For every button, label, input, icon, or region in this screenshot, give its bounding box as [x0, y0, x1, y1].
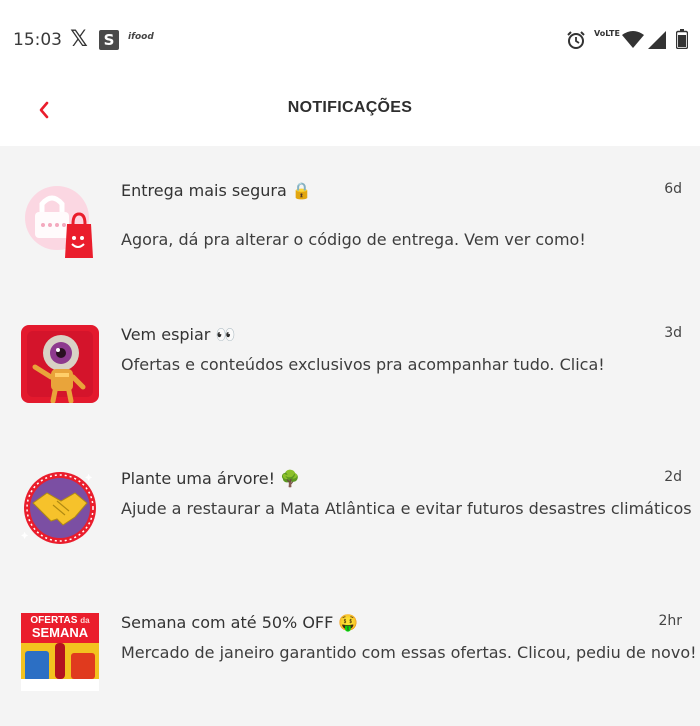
notification-time: 6d [664, 181, 682, 197]
lock-bag-icon [21, 182, 99, 260]
notification-title: Plante uma árvore! 🌳 [121, 469, 300, 488]
notification-time: 2hr [658, 613, 682, 629]
ifood-app-icon: ifood [128, 32, 154, 42]
notification-body: Mercado de janeiro garantido com essas o… [121, 643, 697, 662]
notification-title: Vem espiar 👀 [121, 325, 236, 344]
volte-line2: LTE [605, 29, 620, 38]
notification-title: Semana com até 50% OFF 🤑 [121, 613, 359, 632]
thumb-text-da: da [80, 616, 90, 625]
volte-icon: Vo LTE [594, 29, 620, 38]
wifi-icon [622, 31, 644, 49]
alarm-icon [566, 30, 586, 50]
notification-time: 3d [664, 325, 682, 341]
signal-icon [648, 31, 666, 49]
volte-line1: Vo [594, 29, 606, 38]
notification-item[interactable]: Plante uma árvore! 🌳 Ajude a restaurar a… [0, 434, 700, 578]
status-time: 15:03 [13, 30, 62, 50]
s-app-icon: S [99, 30, 119, 50]
thumb-text-semana: SEMANA [31, 625, 89, 640]
notification-title: Entrega mais segura 🔒 [121, 181, 312, 200]
notification-body: Ajude a restaurar a Mata Atlântica e evi… [121, 499, 692, 518]
eye-mascot-icon [21, 325, 99, 404]
page-title: NOTIFICAÇÕES [287, 99, 413, 116]
notification-item[interactable]: Vem espiar 👀 Ofertas e conteúdos exclusi… [0, 290, 700, 434]
notification-item[interactable]: Entrega mais segura 🔒 Agora, dá pra alte… [0, 146, 700, 290]
x-app-icon: 𝕏 [70, 27, 88, 52]
battery-icon [676, 29, 688, 49]
notification-item[interactable]: OFERTAS da SEMANA Semana com até 50% OFF… [0, 578, 700, 722]
ofertas-semana-icon: OFERTAS da SEMANA [21, 613, 99, 691]
app-header: NOTIFICAÇÕES [0, 80, 700, 146]
notification-body: Agora, dá pra alterar o código de entreg… [121, 230, 586, 249]
notification-body: Ofertas e conteúdos exclusivos pra acomp… [121, 355, 605, 374]
handshake-badge-icon [21, 469, 99, 547]
status-bar: 15:03 𝕏 S ifood Vo LTE [0, 0, 700, 80]
notification-time: 2d [664, 469, 682, 485]
